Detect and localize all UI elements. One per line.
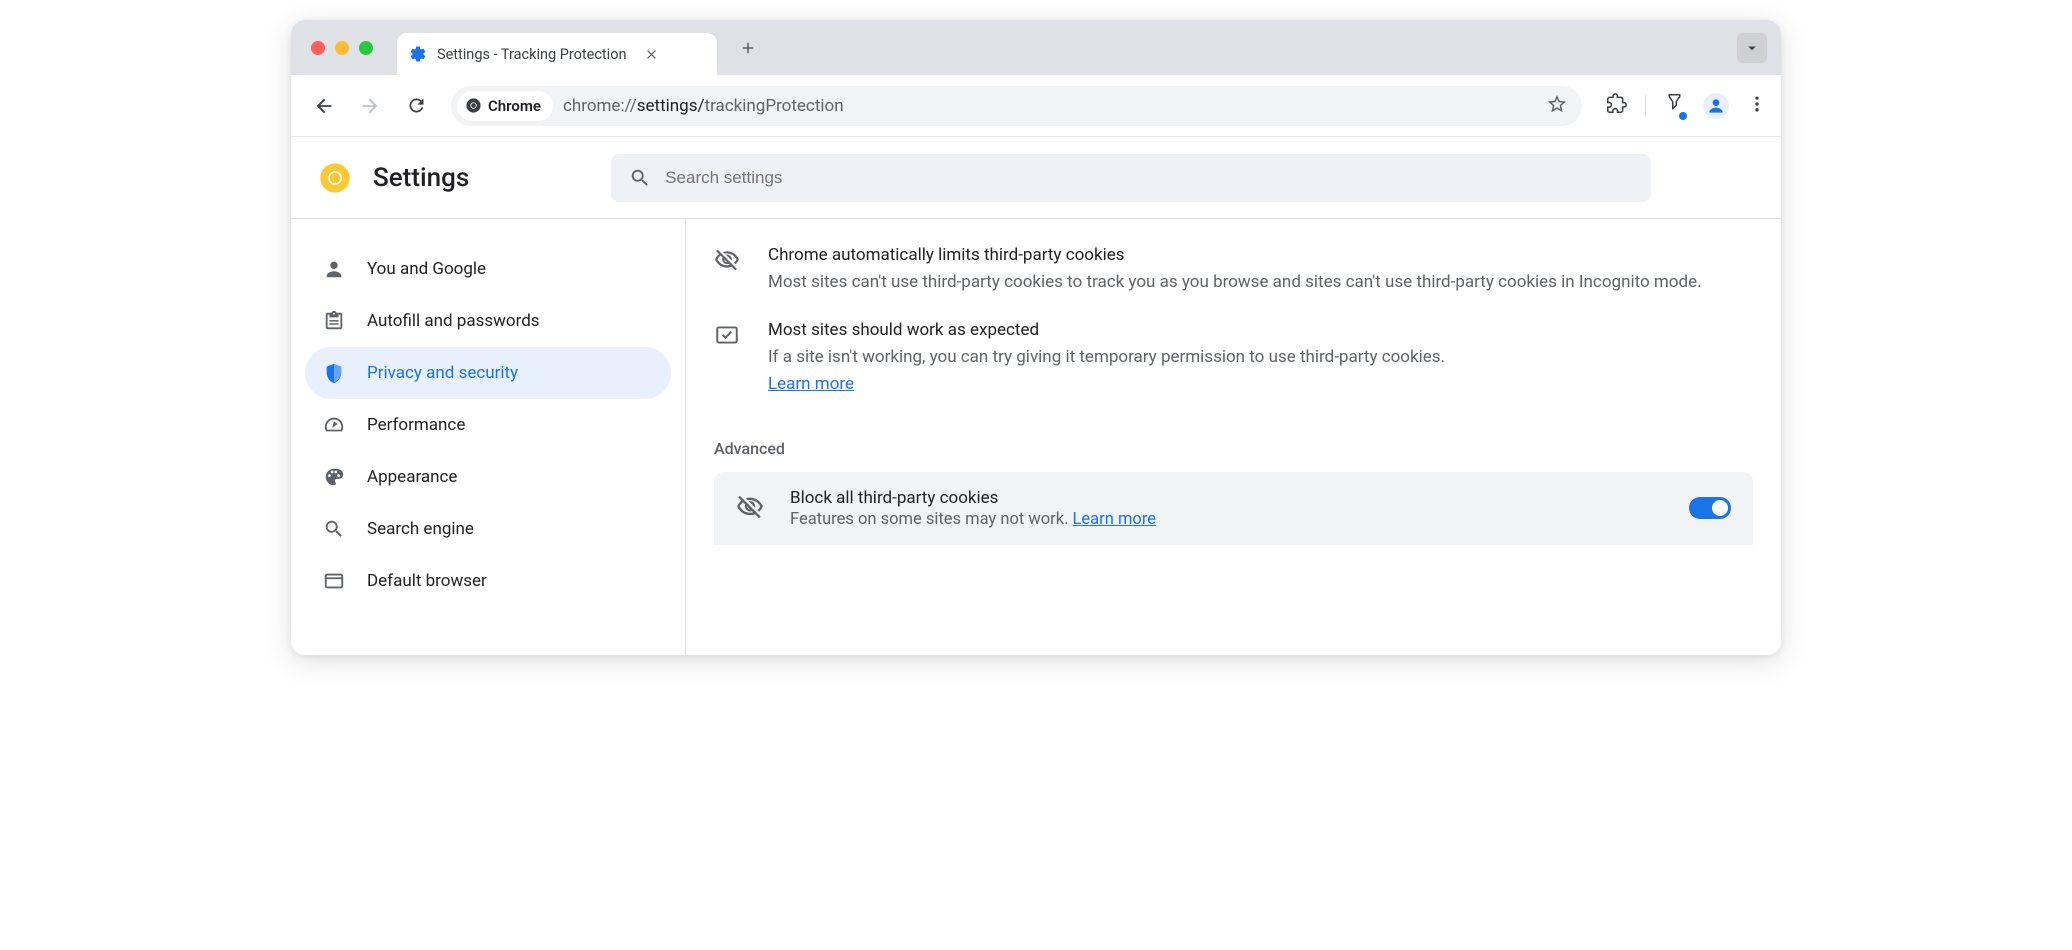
sidebar-item-autofill[interactable]: Autofill and passwords [305,295,671,347]
sidebar: You and Google Autofill and passwords Pr… [291,219,686,655]
sidebar-item-label: Performance [367,415,465,435]
sidebar-item-appearance[interactable]: Appearance [305,451,671,503]
search-icon [629,167,651,189]
sidebar-item-label: You and Google [367,259,486,279]
browser-icon [323,570,345,592]
settings-body: You and Google Autofill and passwords Pr… [291,219,1781,655]
extensions-button[interactable] [1606,93,1627,118]
sidebar-item-label: Default browser [367,571,487,591]
info-title: Most sites should work as expected [768,320,1753,340]
palette-icon [323,466,345,488]
learn-more-link[interactable]: Learn more [768,374,854,394]
chrome-icon [465,97,482,114]
setting-title: Block all third-party cookies [790,488,1665,508]
tab-search-button[interactable] [1737,33,1767,63]
menu-button[interactable] [1747,94,1767,118]
bookmark-button[interactable] [1546,93,1568,119]
labs-button[interactable] [1664,93,1685,118]
tabstrip-right [1737,33,1767,63]
browser-tab[interactable]: Settings - Tracking Protection [397,33,717,75]
chrome-logo-icon [319,162,351,194]
sidebar-item-default-browser[interactable]: Default browser [305,555,671,607]
forward-button[interactable] [351,87,389,125]
tab-strip: Settings - Tracking Protection [291,20,1781,75]
tab-title: Settings - Tracking Protection [437,46,626,63]
site-chip[interactable]: Chrome [457,91,553,121]
site-chip-label: Chrome [488,97,541,115]
search-settings[interactable] [611,154,1651,202]
reload-button[interactable] [397,87,435,125]
info-third-party-limit: Chrome automatically limits third-party … [714,235,1753,310]
browser-window: Settings - Tracking Protection C [291,20,1781,655]
url-text: chrome://settings/trackingProtection [563,96,844,116]
sidebar-item-privacy[interactable]: Privacy and security [305,347,671,399]
info-desc: Most sites can't use third-party cookies… [768,269,1753,296]
learn-more-link[interactable]: Learn more [1073,510,1156,529]
new-tab-button[interactable] [731,31,765,65]
address-bar[interactable]: Chrome chrome://settings/trackingProtect… [451,86,1582,126]
sidebar-item-label: Search engine [367,519,474,539]
sidebar-item-you-and-google[interactable]: You and Google [305,243,671,295]
shield-icon [323,362,345,384]
block-toggle[interactable] [1689,497,1731,519]
page-title: Settings [373,163,469,193]
close-tab-button[interactable] [642,45,660,63]
setting-desc: Features on some sites may not work. Lea… [790,510,1665,529]
section-advanced: Advanced [714,439,1753,458]
back-button[interactable] [305,87,343,125]
clipboard-icon [323,310,345,332]
search-icon [323,518,345,540]
sidebar-item-search-engine[interactable]: Search engine [305,503,671,555]
toolbar-actions [1598,93,1767,119]
person-icon [323,258,345,280]
divider [1645,95,1646,117]
sidebar-item-label: Appearance [367,467,457,487]
maximize-window-button[interactable] [359,41,373,55]
info-desc: If a site isn't working, you can try giv… [768,344,1753,398]
window-controls [311,41,373,55]
profile-button[interactable] [1703,93,1729,119]
sidebar-item-performance[interactable]: Performance [305,399,671,451]
sidebar-item-label: Privacy and security [367,363,518,383]
visibility-off-icon [714,245,744,296]
search-input[interactable] [665,168,1633,188]
settings-header: Settings [291,137,1781,219]
block-third-party-row[interactable]: Block all third-party cookies Features o… [714,472,1753,545]
visibility-off-icon [736,491,766,525]
main-panel: Chrome automatically limits third-party … [686,219,1781,655]
minimize-window-button[interactable] [335,41,349,55]
toolbar: Chrome chrome://settings/trackingProtect… [291,75,1781,137]
settings-content: Settings You and Google Autofill and pas… [291,137,1781,655]
sidebar-item-label: Autofill and passwords [367,311,540,331]
info-title: Chrome automatically limits third-party … [768,245,1753,265]
close-window-button[interactable] [311,41,325,55]
gear-icon [409,45,427,63]
info-sites-work: Most sites should work as expected If a … [714,310,1753,412]
gauge-icon [323,414,345,436]
checkbox-icon [714,320,744,398]
